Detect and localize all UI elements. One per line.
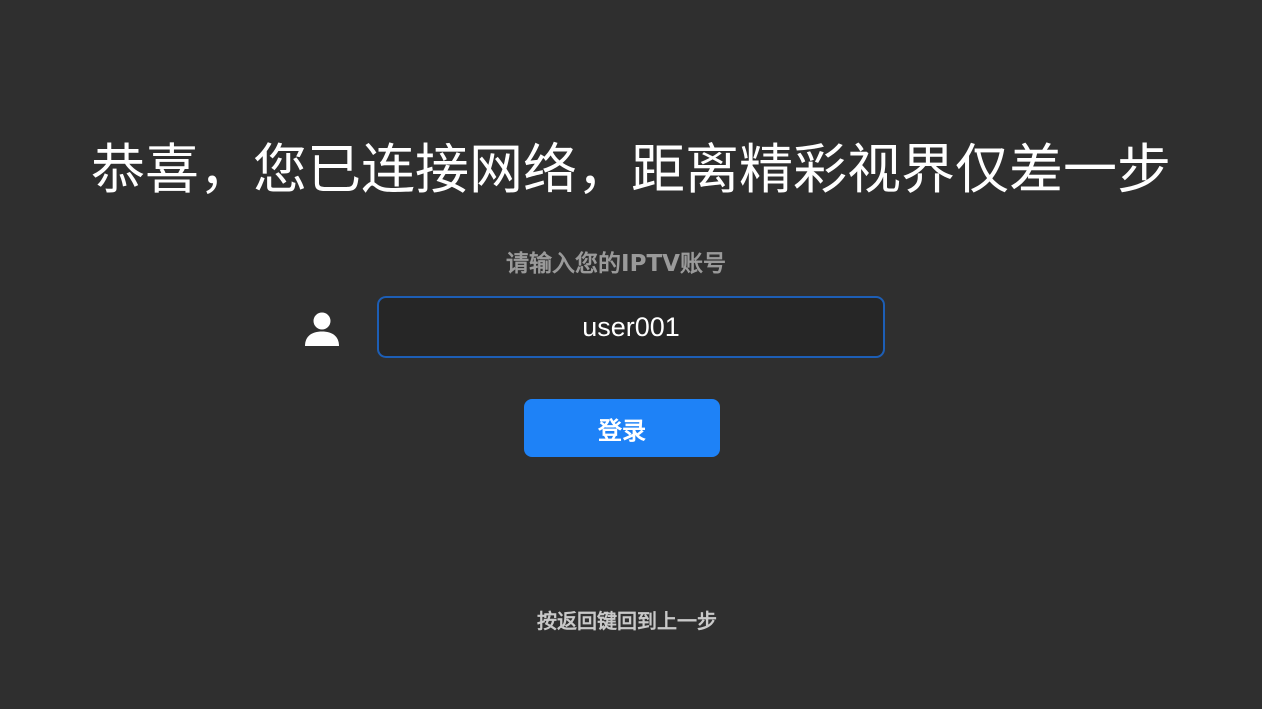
login-button[interactable]: 登录 xyxy=(524,399,720,457)
account-prompt-label: 请输入您的IPTV账号 xyxy=(506,251,726,277)
account-input[interactable] xyxy=(377,296,885,358)
back-hint: 按返回键回到上一步 xyxy=(537,609,717,633)
page-title: 恭喜，您已连接网络，距离精彩视界仅差一步 xyxy=(91,138,1171,201)
user-icon xyxy=(303,311,341,347)
